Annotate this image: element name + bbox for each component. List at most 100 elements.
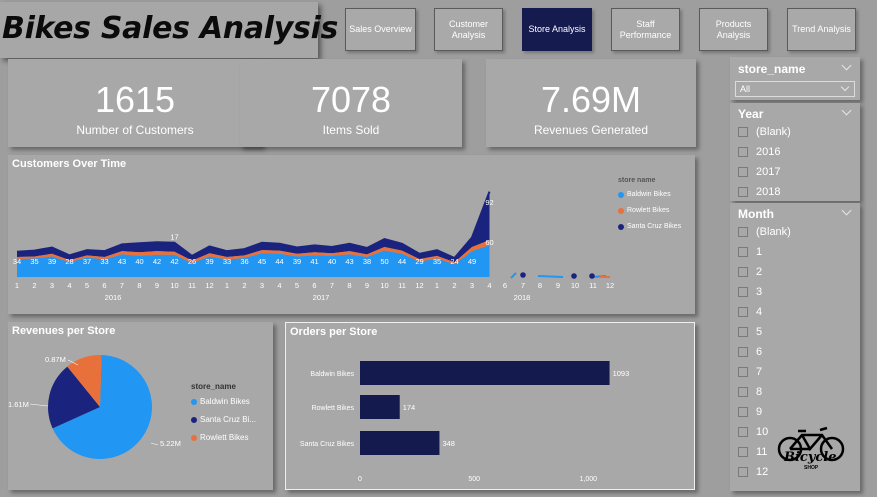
checkbox[interactable] bbox=[738, 167, 748, 177]
month-option[interactable]: 7 bbox=[738, 364, 762, 380]
legend-dot bbox=[618, 223, 624, 230]
checkbox[interactable] bbox=[738, 447, 748, 457]
bar-value-label: 348 bbox=[442, 439, 455, 448]
checkbox[interactable] bbox=[738, 367, 748, 377]
data-label: 39 bbox=[48, 257, 56, 266]
x-tick-label: 9 bbox=[155, 281, 159, 290]
x-tick-label: 1 bbox=[15, 281, 19, 290]
bicycle-shop-logo: Bicycle SHOP bbox=[774, 425, 848, 473]
x-tick-label: 7 bbox=[120, 281, 124, 290]
store-dropdown[interactable]: All bbox=[735, 81, 855, 97]
year-option[interactable]: 2016 bbox=[738, 144, 780, 160]
legend-label: Rowlett Bikes bbox=[627, 207, 670, 214]
bar[interactable] bbox=[360, 431, 440, 455]
slice-label: 1.61M bbox=[8, 400, 29, 409]
x-tick-label: 3 bbox=[260, 281, 264, 290]
x-tick-label: 7 bbox=[330, 281, 334, 290]
checkbox[interactable] bbox=[738, 407, 748, 417]
checkbox[interactable] bbox=[738, 327, 748, 337]
x-tick-label: 8 bbox=[137, 281, 141, 290]
month-option[interactable]: 2 bbox=[738, 264, 762, 280]
option-label: 1 bbox=[756, 246, 763, 258]
x-tick-label: 9 bbox=[556, 281, 560, 290]
month-option[interactable]: 12 bbox=[738, 464, 768, 480]
logo-text: Bicycle bbox=[784, 450, 837, 465]
month-option[interactable]: 1 bbox=[738, 244, 762, 260]
data-label: 43 bbox=[118, 257, 126, 266]
nav-staff-performance-button[interactable]: Staff Performance bbox=[611, 8, 680, 51]
legend-label: Santa Cruz Bi... bbox=[200, 415, 257, 424]
checkbox[interactable] bbox=[738, 147, 748, 157]
checkbox[interactable] bbox=[738, 347, 748, 357]
data-label: 33 bbox=[100, 257, 108, 266]
orders-per-store-card: Orders per Store 1093 Baldwin Bikes 174 Row… bbox=[285, 322, 695, 490]
collapse-chevron-icon[interactable] bbox=[841, 105, 852, 116]
checkbox[interactable] bbox=[738, 307, 748, 317]
option-label: 2016 bbox=[756, 146, 781, 158]
bar[interactable] bbox=[360, 395, 400, 419]
bar[interactable] bbox=[360, 361, 610, 385]
x-tick-label: 4 bbox=[277, 281, 281, 290]
checkbox[interactable] bbox=[738, 387, 748, 397]
legend-item-baldwin[interactable]: Baldwin Bikes bbox=[191, 397, 250, 406]
legend-dot bbox=[191, 416, 197, 423]
year-option[interactable]: 2017 bbox=[738, 164, 780, 180]
data-label: 39 bbox=[205, 257, 213, 266]
checkbox[interactable] bbox=[738, 427, 748, 437]
checkbox[interactable] bbox=[738, 287, 748, 297]
month-option[interactable]: 10 bbox=[738, 424, 768, 440]
legend-item-santa-cruz[interactable]: Santa Cruz Bikes bbox=[618, 223, 681, 230]
legend-item-santa-cruz[interactable]: Santa Cruz Bi... bbox=[191, 415, 256, 424]
month-option[interactable]: (Blank) bbox=[738, 224, 791, 240]
year-option[interactable]: (Blank) bbox=[738, 124, 791, 140]
customers-over-time-card: Customers Over Time 34 35 39 28 37 33 43 40 42 42… bbox=[8, 155, 695, 314]
trail-line bbox=[537, 275, 564, 278]
month-option[interactable]: 8 bbox=[738, 384, 762, 400]
month-option[interactable]: 4 bbox=[738, 304, 762, 320]
legend-item-rowlett[interactable]: Rowlett Bikes bbox=[618, 207, 669, 214]
nav-products-analysis-button[interactable]: Products Analysis bbox=[699, 8, 768, 51]
x-tick-label: 2 bbox=[452, 281, 456, 290]
option-label: 2017 bbox=[756, 166, 781, 178]
x-tick-label: 11 bbox=[188, 281, 196, 290]
month-option[interactable]: 5 bbox=[738, 324, 762, 340]
nav-customer-analysis-button[interactable]: Customer Analysis bbox=[434, 8, 503, 51]
nav-sales-overview-button[interactable]: Sales Overview bbox=[345, 8, 416, 51]
kpi-card-customers: 1615 Number of Customers bbox=[8, 59, 262, 147]
kpi-value: 1615 bbox=[94, 79, 176, 120]
collapse-chevron-icon[interactable] bbox=[841, 60, 852, 71]
x-tick-label: 8 bbox=[347, 281, 351, 290]
revenues-per-store-card: Revenues per Store 5.22M 1.61M 0.87M store… bbox=[8, 322, 273, 490]
x-tick-label: 4 bbox=[67, 281, 71, 290]
legend-item-baldwin[interactable]: Baldwin Bikes bbox=[618, 191, 671, 198]
category-label: Rowlett Bikes bbox=[312, 405, 355, 412]
month-option[interactable]: 11 bbox=[738, 444, 767, 460]
nav-trend-analysis-button[interactable]: Trend Analysis bbox=[787, 8, 856, 51]
year-tick-label: 2017 bbox=[313, 293, 330, 302]
legend-item-rowlett[interactable]: Rowlett Bikes bbox=[191, 433, 248, 442]
month-option[interactable]: 9 bbox=[738, 404, 762, 420]
kpi-card-items-sold: 7078 Items Sold bbox=[240, 59, 462, 147]
checkbox[interactable] bbox=[738, 247, 748, 257]
nav-store-analysis-button[interactable]: Store Analysis bbox=[522, 8, 592, 51]
checkbox[interactable] bbox=[738, 127, 748, 137]
slice-label: 0.87M bbox=[45, 355, 66, 364]
month-option[interactable]: 3 bbox=[738, 284, 762, 300]
checkbox[interactable] bbox=[738, 187, 748, 197]
slicer-header: Year bbox=[738, 107, 764, 121]
checkbox[interactable] bbox=[738, 267, 748, 277]
checkbox[interactable] bbox=[738, 227, 748, 237]
checkbox[interactable] bbox=[738, 467, 748, 477]
logo-subtext: SHOP bbox=[804, 465, 819, 471]
year-tick-label: 2018 bbox=[514, 293, 531, 302]
x-tick-label: 1 bbox=[225, 281, 229, 290]
collapse-chevron-icon[interactable] bbox=[841, 205, 852, 216]
x-tick-label: 5 bbox=[295, 281, 299, 290]
legend-label: Santa Cruz Bikes bbox=[627, 223, 682, 230]
trail-marker bbox=[520, 272, 526, 278]
data-label: 17 bbox=[170, 233, 178, 242]
month-option[interactable]: 6 bbox=[738, 344, 762, 360]
year-option[interactable]: 2018 bbox=[738, 184, 780, 200]
x-tick-label: 12 bbox=[606, 281, 614, 290]
app-title: Bikes Sales Analysis bbox=[2, 11, 339, 46]
